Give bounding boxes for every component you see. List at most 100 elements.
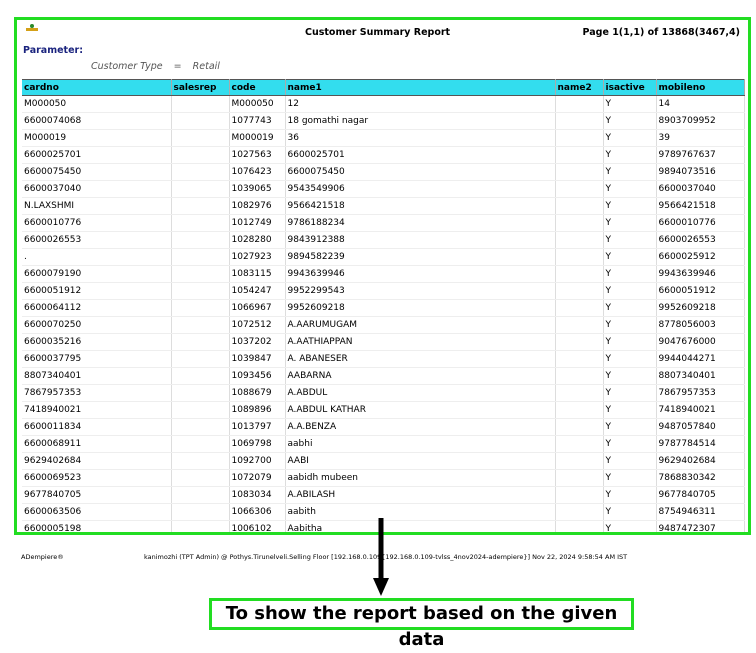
- cell-name2: [555, 401, 604, 419]
- cell-name1: aabidh mubeen: [285, 469, 556, 487]
- cell-isactive: Y: [603, 112, 657, 130]
- cell-isactive: Y: [603, 95, 657, 113]
- column-header-name2: name2: [555, 79, 604, 96]
- cell-isactive: Y: [603, 367, 657, 385]
- cell-salesrep: [171, 333, 230, 351]
- cell-isactive: Y: [603, 180, 657, 198]
- cell-isactive: Y: [603, 316, 657, 334]
- cell-isactive: Y: [603, 401, 657, 419]
- page-info: Page 1(1,1) of 13868(3467,4): [582, 27, 740, 38]
- cell-name1: AABI: [285, 452, 556, 470]
- cell-salesrep: [171, 367, 230, 385]
- cell-cardno: 6600074068: [22, 112, 172, 130]
- parameter-value: Retail: [192, 61, 220, 72]
- cell-cardno: 6600037040: [22, 180, 172, 198]
- table-row: 9677840705 1083034 A.ABILASH Y 9677840705: [22, 486, 745, 504]
- table-row: M000019 M000019 36 Y 39: [22, 129, 745, 147]
- cell-cardno: 6600037795: [22, 350, 172, 368]
- cell-cardno: 6600051912: [22, 282, 172, 300]
- cell-isactive: Y: [603, 503, 657, 521]
- cell-cardno: M000050: [22, 95, 172, 113]
- cell-name2: [555, 248, 604, 266]
- cell-salesrep: [171, 486, 230, 504]
- table-row: 6600070250 1072512 A.AARUMUGAM Y 8778056003: [22, 316, 745, 334]
- cell-name1: Aabitha: [285, 520, 556, 532]
- cell-name1: 6600075450: [285, 163, 556, 181]
- report-frame: Customer Summary Report Page 1(1,1) of 1…: [14, 17, 751, 535]
- cell-name2: [555, 282, 604, 300]
- cell-cardno: 6600011834: [22, 418, 172, 436]
- cell-name1: 9952609218: [285, 299, 556, 317]
- cell-mobileno: 8807340401: [656, 367, 745, 385]
- cell-code: 1066967: [229, 299, 286, 317]
- cell-mobileno: 7867957353: [656, 384, 745, 402]
- cell-code: 1039847: [229, 350, 286, 368]
- cell-cardno: 6600075450: [22, 163, 172, 181]
- cell-code: 1092700: [229, 452, 286, 470]
- cell-mobileno: 9944044271: [656, 350, 745, 368]
- column-header-salesrep: salesrep: [171, 79, 230, 96]
- cell-salesrep: [171, 520, 230, 532]
- cell-name1: 9843912388: [285, 231, 556, 249]
- annotation-caption: To show the report based on the given da…: [209, 598, 634, 650]
- cell-code: M000019: [229, 129, 286, 147]
- table-row: 9629402684 1092700 AABI Y 9629402684: [22, 452, 745, 470]
- cell-isactive: Y: [603, 418, 657, 436]
- cell-name2: [555, 367, 604, 385]
- cell-name2: [555, 435, 604, 453]
- cell-isactive: Y: [603, 350, 657, 368]
- cell-salesrep: [171, 350, 230, 368]
- cell-code: 1027563: [229, 146, 286, 164]
- cell-name1: 36: [285, 129, 556, 147]
- cell-salesrep: [171, 452, 230, 470]
- cell-name2: [555, 384, 604, 402]
- cell-name2: [555, 163, 604, 181]
- cell-code: 1028280: [229, 231, 286, 249]
- cell-isactive: Y: [603, 282, 657, 300]
- cell-isactive: Y: [603, 384, 657, 402]
- table-row: N.LAXSHMI 1082976 9566421518 Y 9566421518: [22, 197, 745, 215]
- cell-mobileno: 9787784514: [656, 435, 745, 453]
- cell-salesrep: [171, 163, 230, 181]
- cell-isactive: Y: [603, 452, 657, 470]
- cell-code: 1006102: [229, 520, 286, 532]
- cell-salesrep: [171, 265, 230, 283]
- cell-mobileno: 8778056003: [656, 316, 745, 334]
- cell-code: 1077743: [229, 112, 286, 130]
- cell-code: 1088679: [229, 384, 286, 402]
- cell-name1: 9543549906: [285, 180, 556, 198]
- cell-code: 1012749: [229, 214, 286, 232]
- cell-name1: 6600025701: [285, 146, 556, 164]
- table-row: 6600010776 1012749 9786188234 Y 6600010776: [22, 214, 745, 232]
- cell-isactive: Y: [603, 197, 657, 215]
- table-row: 6600064112 1066967 9952609218 Y 9952609218: [22, 299, 745, 317]
- cell-mobileno: 6600025912: [656, 248, 745, 266]
- cell-name2: [555, 418, 604, 436]
- parameter-operator: =: [173, 61, 182, 72]
- cell-cardno: 6600063506: [22, 503, 172, 521]
- cell-mobileno: 9629402684: [656, 452, 745, 470]
- cell-code: 1013797: [229, 418, 286, 436]
- table-row: 7418940021 1089896 A.ABDUL KATHAR Y 74189400…: [22, 401, 745, 419]
- cell-cardno: 6600026553: [22, 231, 172, 249]
- cell-isactive: Y: [603, 248, 657, 266]
- cell-cardno: N.LAXSHMI: [22, 197, 172, 215]
- cell-name1: A.AARUMUGAM: [285, 316, 556, 334]
- cell-name2: [555, 299, 604, 317]
- cell-name2: [555, 333, 604, 351]
- cell-salesrep: [171, 129, 230, 147]
- table-row: 6600025701 1027563 6600025701 Y 9789767637: [22, 146, 745, 164]
- cell-name1: aabhi: [285, 435, 556, 453]
- column-header-mobileno: mobileno: [656, 79, 745, 96]
- cell-name1: 9894582239: [285, 248, 556, 266]
- cell-name1: A.AATHIAPPAN: [285, 333, 556, 351]
- cell-name1: aabith: [285, 503, 556, 521]
- table-row: 6600075450 1076423 6600075450 Y 9894073516: [22, 163, 745, 181]
- parameter-label: Parameter:: [23, 45, 84, 56]
- cell-code: 1093456: [229, 367, 286, 385]
- cell-isactive: Y: [603, 520, 657, 532]
- cell-cardno: 8807340401: [22, 367, 172, 385]
- cell-cardno: 6600010776: [22, 214, 172, 232]
- cell-name1: 9943639946: [285, 265, 556, 283]
- cell-mobileno: 9566421518: [656, 197, 745, 215]
